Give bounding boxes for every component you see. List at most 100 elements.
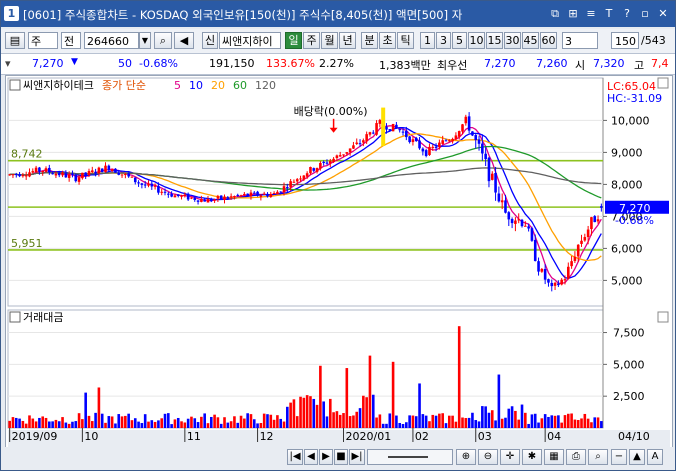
magnifier-icon[interactable]: ⌕ <box>588 449 608 465</box>
interval-60[interactable]: 60 <box>540 32 557 49</box>
quote-expand-icon[interactable]: ▾ <box>5 57 11 70</box>
period-minute[interactable]: 분 <box>361 32 378 49</box>
volume-bar <box>213 414 216 428</box>
print-icon[interactable]: ⎙ <box>566 449 586 465</box>
mode-select[interactable]: 전 <box>61 32 81 49</box>
interval-10[interactable]: 10 <box>468 32 485 49</box>
interval-5[interactable]: 5 <box>452 32 467 49</box>
stop-icon[interactable]: ■ <box>334 449 348 465</box>
chart-area[interactable]: 10,000 9,000 8,000 7,000 6,000 5,000 7,500 5,00… <box>5 75 673 457</box>
save-icon[interactable]: ▦ <box>544 449 564 465</box>
market-select[interactable]: 주 <box>28 32 58 49</box>
volume-bar <box>153 421 157 428</box>
candle-body <box>467 116 471 131</box>
search-icon[interactable]: ⌕ <box>154 32 172 49</box>
candle-body <box>424 150 428 156</box>
candle-body <box>90 170 94 173</box>
interval-30[interactable]: 30 <box>504 32 521 49</box>
interval-45[interactable]: 45 <box>522 32 539 49</box>
scroll-slider[interactable] <box>367 449 453 465</box>
scroll-prev-icon[interactable]: ◀ <box>304 449 318 465</box>
period-month[interactable]: 월 <box>321 32 338 49</box>
candle-body <box>441 140 444 144</box>
candle-body <box>560 279 563 285</box>
zoom-in-icon[interactable]: ⊕ <box>456 449 476 465</box>
volume-bar <box>319 365 322 428</box>
volume-bar <box>186 418 190 428</box>
period-second[interactable]: 초 <box>379 32 396 49</box>
link-window-icon[interactable]: ⧉ <box>547 5 563 22</box>
font-icon[interactable]: T <box>601 5 617 22</box>
candle-body <box>130 176 134 178</box>
help-icon[interactable]: ? <box>619 5 635 22</box>
scroll-next-icon[interactable]: ▶ <box>319 449 333 465</box>
stock-code-input[interactable]: 264660 <box>84 32 139 49</box>
scroll-last-icon[interactable]: ▶| <box>349 449 365 465</box>
candle-body <box>563 279 567 281</box>
minimize-icon[interactable]: ▫ <box>637 5 653 22</box>
scroll-first-icon[interactable]: |◀ <box>287 449 303 465</box>
volume-bar <box>170 424 173 428</box>
menu-icon[interactable]: ≡ <box>583 5 599 22</box>
volume-bar <box>441 413 444 428</box>
page-count-input[interactable]: 150 <box>611 32 639 49</box>
volume-bar <box>414 416 418 428</box>
candle-body <box>249 192 253 197</box>
period-week[interactable]: 주 <box>303 32 320 49</box>
volume: 191,150 <box>209 57 255 70</box>
change-percent: -0.68% <box>139 57 178 70</box>
increase-icon[interactable]: A <box>647 449 663 465</box>
interval-15[interactable]: 15 <box>486 32 503 49</box>
candle-body <box>64 173 68 178</box>
zoom-out-icon[interactable]: ⊖ <box>478 449 498 465</box>
code-dropdown-icon[interactable]: ▼ <box>139 32 151 49</box>
volume-bar <box>266 414 269 428</box>
volume-bar <box>484 406 487 428</box>
candle-body <box>160 191 164 193</box>
x-axis-label: 03 <box>478 430 492 443</box>
settings-icon[interactable]: ✱ <box>522 449 542 465</box>
volume-bar <box>474 420 478 428</box>
interval-3[interactable]: 3 <box>436 32 451 49</box>
chart-window: 1 [0601] 주식종합차트 - KOSDAQ 외국인보유[150(천)] 주… <box>0 0 676 471</box>
volume-bar <box>272 419 276 428</box>
toggle-panel-icon[interactable]: ▤ <box>5 32 25 49</box>
volume-bar <box>114 423 117 428</box>
crosshair-icon[interactable]: ✛ <box>500 449 520 465</box>
layout-icon[interactable]: ⊞ <box>565 5 581 22</box>
volume-bar <box>378 414 382 428</box>
volume-bar <box>418 383 421 428</box>
candle-body <box>302 175 306 180</box>
candle-body <box>487 157 491 182</box>
candle-body <box>223 196 226 200</box>
volume-axis-label: 5,000 <box>613 358 645 371</box>
candle-body <box>570 261 573 267</box>
candle-body <box>163 191 167 193</box>
scroll-up-icon[interactable]: ▲ <box>629 449 645 465</box>
candle-body <box>457 131 461 137</box>
candle-body <box>583 237 587 241</box>
volume-bar <box>325 416 329 428</box>
period-tick[interactable]: 틱 <box>397 32 414 49</box>
volume-bar <box>11 417 15 428</box>
volume-bar <box>18 418 21 428</box>
reference-line-label: 5,951 <box>11 237 43 250</box>
x-axis-label: 04 <box>547 430 561 443</box>
interval-select[interactable]: 3 <box>562 32 598 49</box>
period-year[interactable]: 년 <box>339 32 356 49</box>
price-volume-chart[interactable]: 10,0009,0008,0007,0006,0005,0007,5005,00… <box>6 76 672 456</box>
volume-bar <box>315 404 319 428</box>
interval-1[interactable]: 1 <box>420 32 435 49</box>
speaker-icon[interactable]: ◀ <box>174 32 194 49</box>
high-price: 7,4 <box>651 57 669 70</box>
period-day[interactable]: 일 <box>285 32 302 49</box>
candle-body <box>371 132 375 134</box>
volume-bar <box>252 419 256 428</box>
candle-body <box>484 153 487 160</box>
decrease-icon[interactable]: − <box>611 449 627 465</box>
price-panel-max-icon <box>657 77 669 89</box>
candle-body <box>84 172 87 176</box>
close-icon[interactable]: ✕ <box>655 5 671 22</box>
volume-bar <box>540 418 544 428</box>
volume-bar <box>51 421 54 428</box>
